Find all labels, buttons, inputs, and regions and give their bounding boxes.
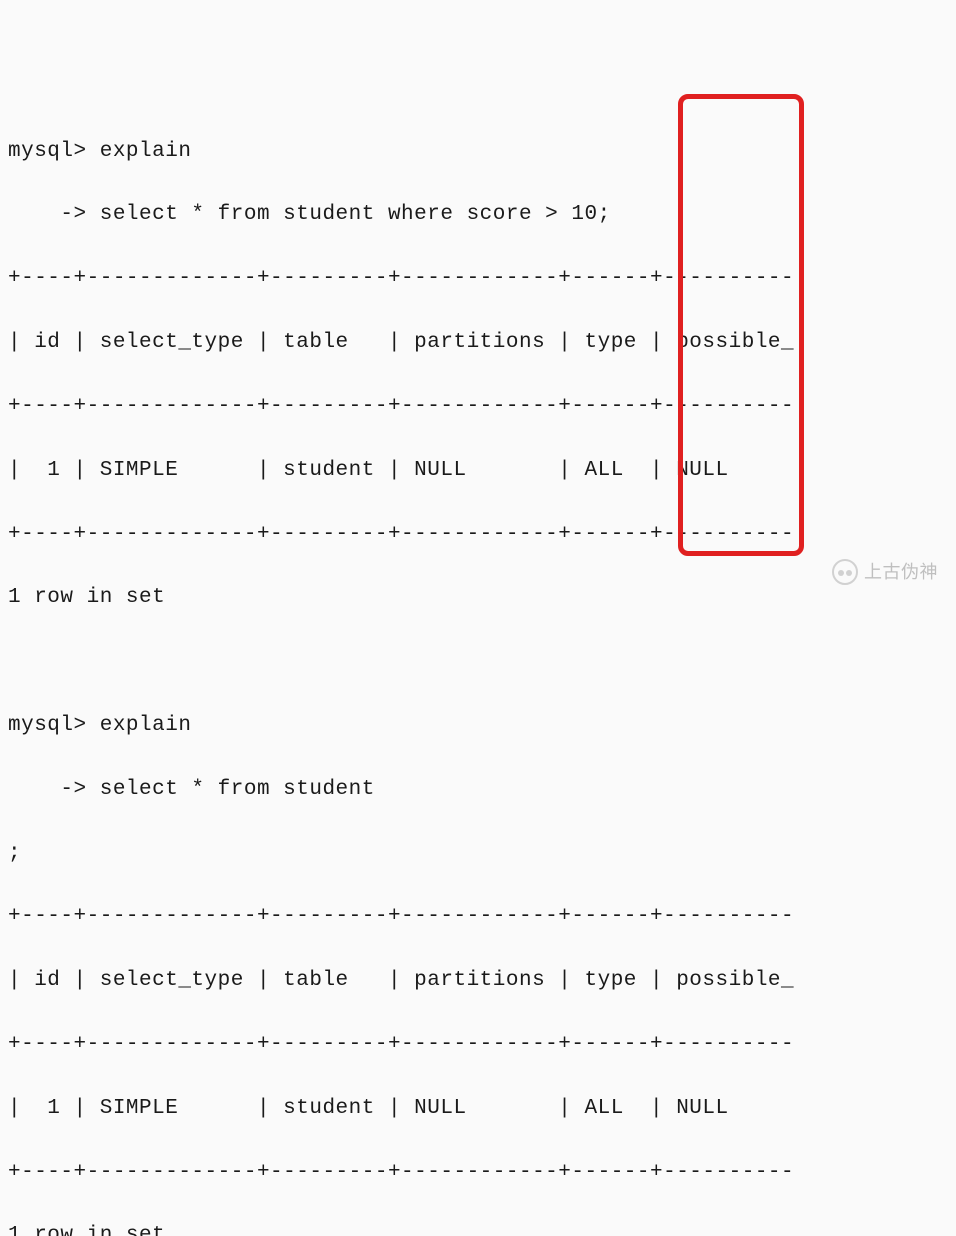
wechat-icon — [832, 559, 858, 585]
table-border: +----+-------------+---------+----------… — [8, 391, 956, 423]
table-border: +----+-------------+---------+----------… — [8, 519, 956, 551]
table-border: +----+-------------+---------+----------… — [8, 1157, 956, 1189]
table-header: | id | select_type | table | partitions … — [8, 965, 956, 997]
table-row: | 1 | SIMPLE | student | NULL | ALL | NU… — [8, 455, 956, 487]
blank-line — [8, 646, 956, 678]
prompt-line: mysql> explain — [8, 136, 956, 168]
prompt-line: mysql> explain — [8, 710, 956, 742]
result-footer: 1 row in set — [8, 582, 956, 614]
result-footer: 1 row in set — [8, 1220, 956, 1236]
watermark: 上古伪神 — [832, 559, 938, 586]
table-header: | id | select_type | table | partitions … — [8, 327, 956, 359]
table-border: +----+-------------+---------+----------… — [8, 263, 956, 295]
table-border: +----+-------------+---------+----------… — [8, 901, 956, 933]
table-row: | 1 | SIMPLE | student | NULL | ALL | NU… — [8, 1093, 956, 1125]
watermark-text: 上古伪神 — [864, 559, 938, 586]
table-border: +----+-------------+---------+----------… — [8, 1029, 956, 1061]
prompt-line: ; — [8, 838, 956, 870]
prompt-line: -> select * from student where score > 1… — [8, 199, 956, 231]
prompt-line: -> select * from student — [8, 774, 956, 806]
